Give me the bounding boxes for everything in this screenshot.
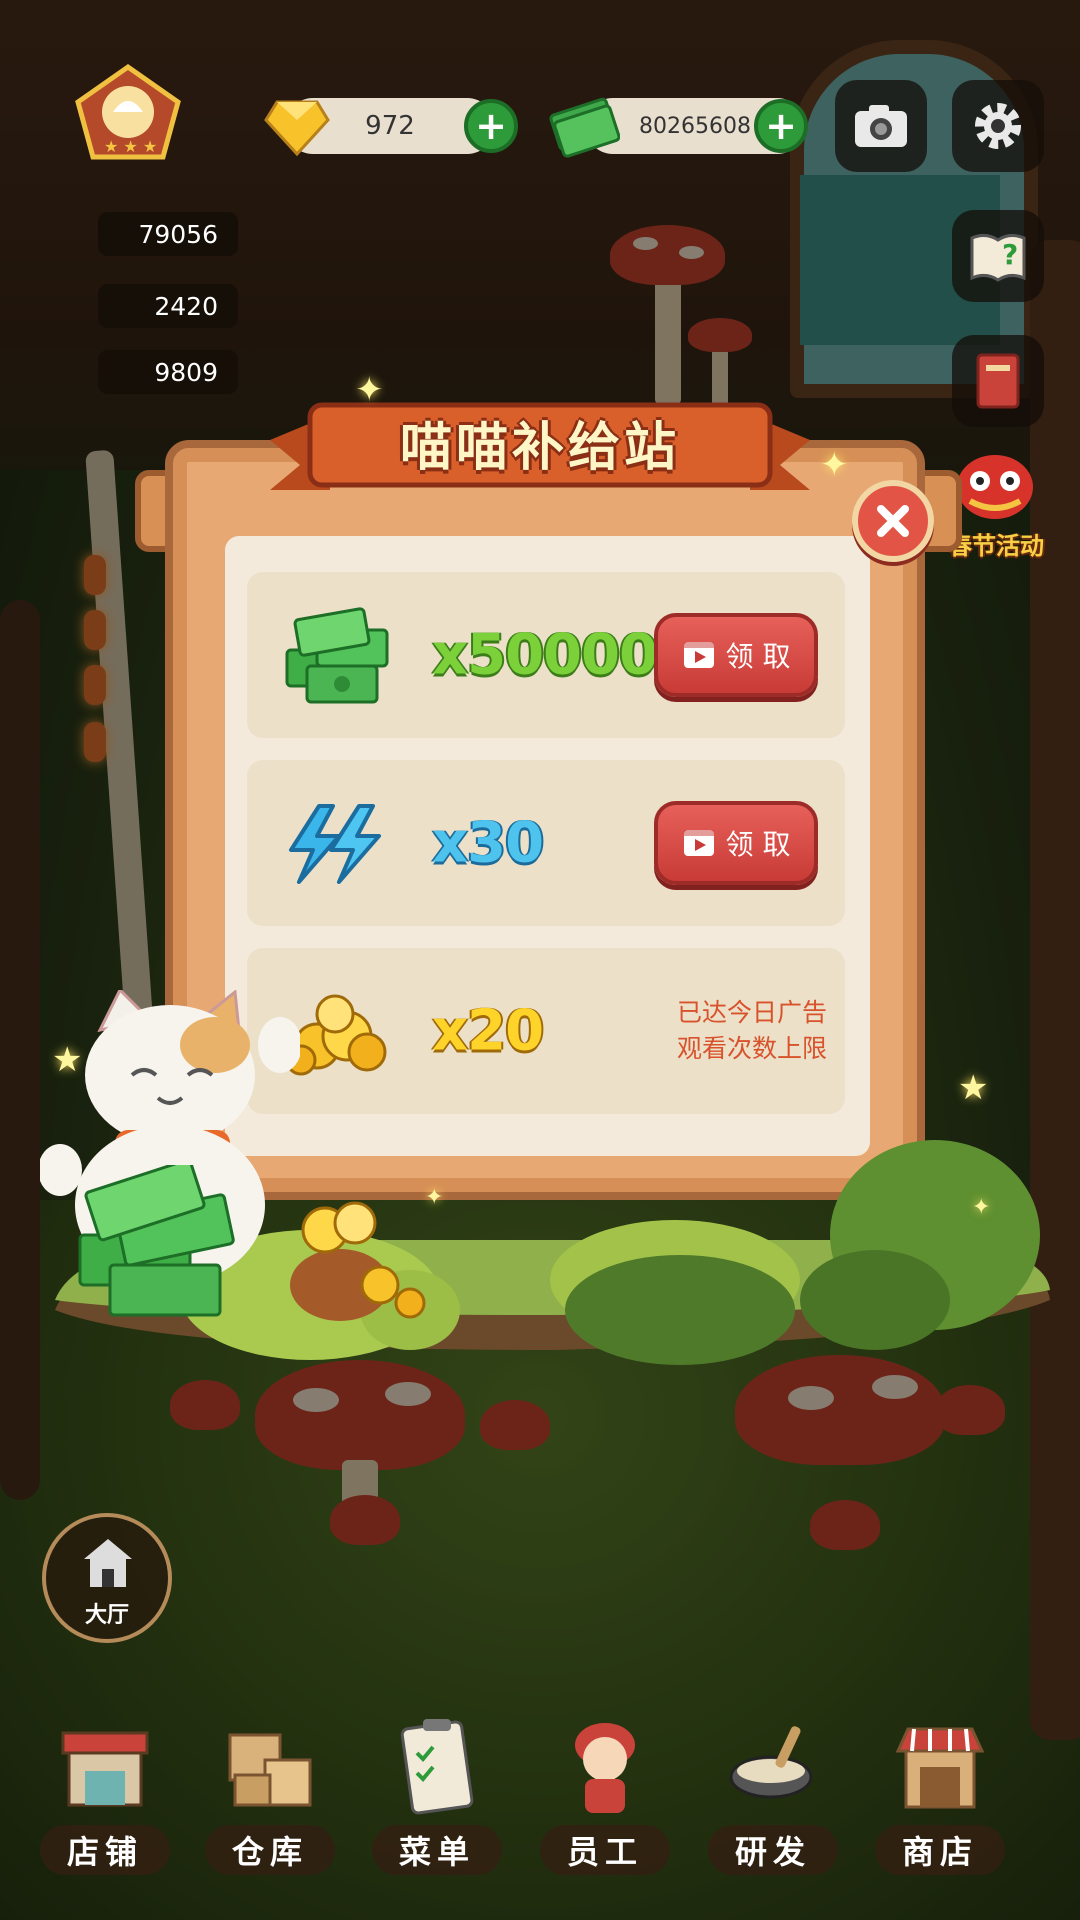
lobby-button[interactable]: 大厅 <box>42 1513 172 1643</box>
nav-staff[interactable]: 员工 <box>530 1715 680 1875</box>
camera-button[interactable] <box>835 80 927 172</box>
storefront-icon <box>61 1731 149 1807</box>
reward-amount-cash: x50000 <box>432 622 658 688</box>
chef-girl-icon <box>575 1723 635 1813</box>
clipboard-icon <box>400 1719 474 1815</box>
spring-festival-event-label[interactable]: 春节活动 <box>948 526 1044 561</box>
lion-dance-icon[interactable] <box>950 445 1040 525</box>
limit-line-2: 观看次数上限 <box>676 1034 827 1063</box>
sparkle: ★ <box>52 1040 83 1080</box>
svg-text:?: ? <box>1002 238 1018 271</box>
reward-row-energy: x30 领 取 <box>247 760 845 926</box>
claim-label: 领 取 <box>725 828 791 861</box>
house-icon <box>84 1539 132 1587</box>
sparkle: ✦ <box>820 445 849 485</box>
nav-research[interactable]: 研发 <box>698 1715 848 1875</box>
reward-amount-energy: x30 <box>432 810 544 876</box>
claim-cash-button[interactable]: 领 取 <box>654 613 818 697</box>
nav-label: 研发 <box>708 1825 838 1875</box>
video-ad-icon <box>683 642 714 668</box>
sparkle: ✦ <box>425 1185 444 1210</box>
daily-ad-limit-text: 已达今日广告 观看次数上限 <box>637 995 827 1067</box>
recipe-book-button[interactable] <box>952 335 1044 427</box>
close-icon <box>877 505 909 537</box>
cash-stack-icon <box>285 607 389 704</box>
add-gems-button[interactable]: + <box>464 99 518 153</box>
nav-label: 员工 <box>540 1825 670 1875</box>
bush <box>800 1250 950 1350</box>
sparkle: ✦ <box>972 1195 991 1220</box>
nav-shop-front[interactable]: 店铺 <box>30 1715 180 1875</box>
energy-bolt-icon <box>289 804 381 884</box>
stat-dishes: 2420 <box>98 284 238 328</box>
limit-line-1: 已达今日广告 <box>676 998 827 1027</box>
help-guide-button[interactable]: ? <box>952 210 1044 302</box>
claim-label: 领 取 <box>725 640 791 673</box>
reward-row-gold: x20 已达今日广告 观看次数上限 <box>247 948 845 1114</box>
close-button[interactable] <box>852 480 934 562</box>
reward-row-cash: x50000 领 取 <box>247 572 845 738</box>
nav-label: 菜单 <box>372 1825 502 1875</box>
wok-icon <box>729 1726 813 1799</box>
market-stall-icon <box>895 1727 985 1809</box>
add-cash-button[interactable]: + <box>754 99 808 153</box>
stat-rating: 9809 <box>98 350 238 394</box>
svg-text:★ ★ ★: ★ ★ ★ <box>104 137 157 156</box>
stat-customers: 79056 <box>98 212 238 256</box>
sparkle: ★ <box>958 1068 989 1108</box>
lobby-label: 大厅 <box>84 1603 129 1628</box>
nav-warehouse[interactable]: 仓库 <box>195 1715 345 1875</box>
book-question-icon: ? <box>970 233 1026 282</box>
nav-menu[interactable]: 菜单 <box>362 1715 512 1875</box>
gear-icon <box>975 103 1021 149</box>
nav-label: 仓库 <box>205 1825 335 1875</box>
sparkle: ✦ <box>355 370 384 410</box>
camera-icon <box>855 105 907 147</box>
claim-energy-button[interactable]: 领 取 <box>654 801 818 885</box>
cash-pile-icon <box>78 1165 235 1317</box>
reward-amount-gold: x20 <box>432 998 544 1064</box>
boxes-icon <box>228 1733 312 1807</box>
diamond-icon <box>264 100 330 157</box>
red-book-icon <box>976 353 1020 409</box>
nav-store[interactable]: 商店 <box>865 1715 1015 1875</box>
nav-label: 店铺 <box>40 1825 170 1875</box>
nav-label: 商店 <box>875 1825 1005 1875</box>
chef-rank-badge-icon[interactable]: ★ ★ ★ <box>68 62 188 172</box>
bush <box>565 1255 795 1365</box>
cash-icon <box>549 97 620 158</box>
video-ad-icon <box>683 830 714 856</box>
settings-button[interactable] <box>952 80 1044 172</box>
modal-title: 喵喵补给站 <box>399 418 680 478</box>
